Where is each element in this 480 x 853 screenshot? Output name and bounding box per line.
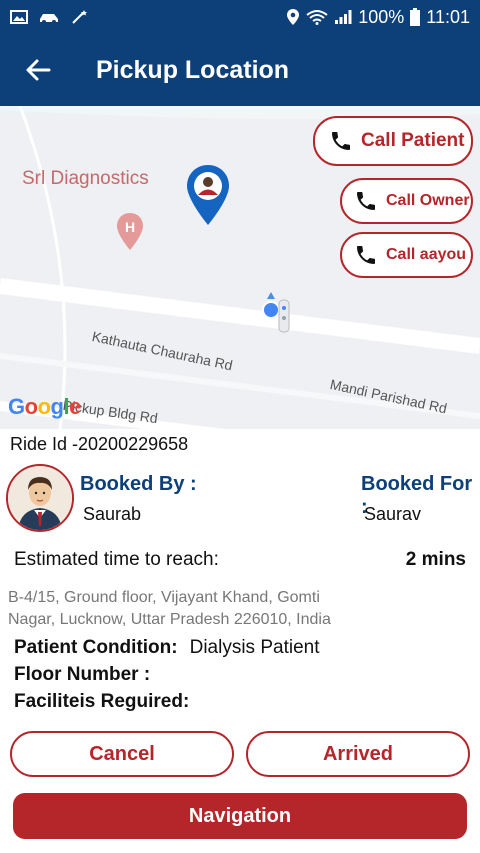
wand-icon xyxy=(72,10,87,24)
wifi-icon xyxy=(306,10,328,25)
eta-value: 2 mins xyxy=(405,549,466,570)
call-patient-label: Call Patient xyxy=(361,130,465,151)
location-pin-icon xyxy=(287,9,300,25)
google-logo: Google xyxy=(8,394,81,419)
status-right: 100% 11:01 xyxy=(286,7,470,28)
app-bar: Pickup Location xyxy=(0,34,480,106)
patient-condition-label: Patient Condition: xyxy=(14,637,178,658)
arrow-left-icon xyxy=(26,59,51,81)
pickup-address: B-4/15, Ground floor, Vijayant Khand, Go… xyxy=(8,589,331,628)
call-aayou-label: Call aayou xyxy=(386,246,467,263)
battery-icon xyxy=(410,8,421,26)
signal-icon xyxy=(335,10,352,24)
facilities-required-label: Faciliteis Reguired: xyxy=(14,691,190,712)
navigation-button[interactable]: Navigation xyxy=(13,793,467,839)
cancel-button[interactable]: Cancel xyxy=(10,731,234,777)
booked-by-label: Booked By : xyxy=(80,473,197,495)
patient-condition-value: Dialysis Patient xyxy=(189,637,320,658)
call-aayou-button[interactable]: Call aayou xyxy=(340,232,473,278)
phone-icon xyxy=(357,192,375,210)
status-bar: 100% 11:01 xyxy=(0,0,480,34)
booked-by-value: Saurab xyxy=(83,504,142,524)
car-icon xyxy=(40,14,58,24)
patient-condition-row: Patient Condition: Dialysis Patient xyxy=(14,637,319,659)
image-icon xyxy=(10,10,28,24)
patient-location-pin-icon xyxy=(187,165,229,225)
map-view[interactable]: Srl Diagnostics H Kathauta Chauraha Rd M… xyxy=(0,106,480,429)
current-location-icon xyxy=(262,292,290,333)
phone-icon xyxy=(357,246,375,264)
booked-for-value: Saurav xyxy=(364,504,422,524)
user-avatar-icon xyxy=(8,466,72,530)
call-patient-button[interactable]: Call Patient xyxy=(313,116,473,166)
call-owner-button[interactable]: Call Owner xyxy=(340,178,473,224)
avatar xyxy=(6,464,74,532)
clock: 11:01 xyxy=(426,6,470,27)
battery-percent: 100% xyxy=(358,6,405,27)
svg-text:H: H xyxy=(125,219,135,235)
status-left-icons xyxy=(10,9,88,25)
ride-id: Ride Id -20200229658 xyxy=(10,434,189,454)
phone-icon xyxy=(332,132,350,150)
floor-number-label: Floor Number : xyxy=(14,664,151,685)
back-button[interactable] xyxy=(12,44,64,96)
call-owner-label: Call Owner xyxy=(386,192,470,209)
page-title: Pickup Location xyxy=(96,55,290,84)
hospital-marker-icon: H xyxy=(117,213,143,250)
arrived-button[interactable]: Arrived xyxy=(246,731,470,777)
eta-label: Estimated time to reach: xyxy=(14,549,219,570)
map-place-label: Srl Diagnostics xyxy=(22,168,149,189)
